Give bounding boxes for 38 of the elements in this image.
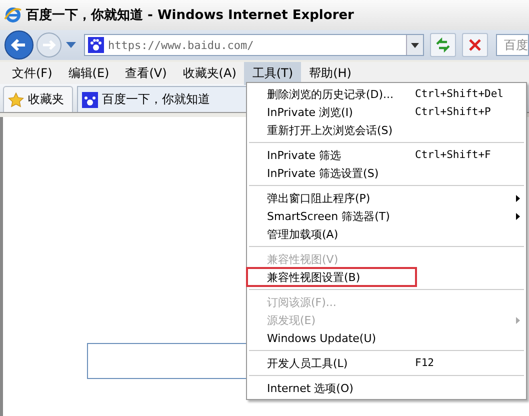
menu-option[interactable]: 管理加载项(A) [247, 225, 526, 243]
address-dropdown-button[interactable] [406, 35, 423, 55]
menu-item[interactable]: 帮助(H) [301, 62, 360, 84]
menu-option[interactable]: InPrivate 筛选 Ctrl+Shift+F [247, 146, 526, 164]
close-icon [468, 38, 482, 52]
menu-option[interactable]: Windows Update(U) [247, 329, 526, 347]
menu-option[interactable]: InPrivate 筛选设置(S) [247, 164, 526, 182]
paw-icon [88, 37, 104, 53]
search-field[interactable]: 百度 [496, 34, 529, 56]
browser-tab[interactable]: 百度一下，你就知道 [77, 86, 247, 112]
window-title: 百度一下，你就知道 - Windows Internet Explorer [26, 6, 354, 24]
favorites-button[interactable]: 收藏夹 [3, 86, 73, 112]
menu-option[interactable]: 重新打开上次浏览会话(S) [247, 121, 526, 139]
menu-option[interactable]: SmartScreen 筛选器(T) [247, 207, 526, 225]
tab-title: 百度一下，你就知道 [102, 91, 210, 108]
back-button[interactable] [4, 30, 34, 60]
caret-icon [411, 42, 419, 48]
menu-option[interactable]: Internet 选项(O) [247, 379, 526, 397]
menu-item[interactable]: 文件(F) [4, 62, 60, 84]
paw-icon [82, 92, 98, 108]
star-icon [8, 92, 24, 108]
menu-item[interactable]: 工具(T) [244, 62, 302, 84]
browser-logo-icon [4, 6, 22, 24]
dropdown-arrow-icon[interactable] [66, 42, 76, 48]
search-provider-text: 百度 [504, 36, 528, 54]
menu-option[interactable]: 删除浏览的历史记录(D)... Ctrl+Shift+Del [247, 85, 526, 103]
stop-button[interactable] [462, 33, 488, 57]
menu-option[interactable]: 兼容性视图设置(B) [247, 268, 416, 286]
menu-item[interactable]: 收藏夹(A) [174, 62, 244, 84]
refresh-icon [435, 37, 451, 53]
menu-option[interactable]: InPrivate 浏览(I) Ctrl+Shift+P [247, 103, 526, 121]
menu-item[interactable]: 查看(V) [117, 62, 175, 84]
url-text: https://www.baidu.com/ [108, 38, 255, 52]
menu-option[interactable]: 弹出窗口阻止程序(P) [247, 189, 526, 207]
menu-option[interactable]: 开发人员工具(L) F12 [247, 354, 526, 372]
refresh-button[interactable] [430, 33, 456, 57]
address-field[interactable]: https://www.baidu.com/ [84, 34, 424, 56]
menu-item[interactable]: 编辑(E) [60, 62, 118, 84]
